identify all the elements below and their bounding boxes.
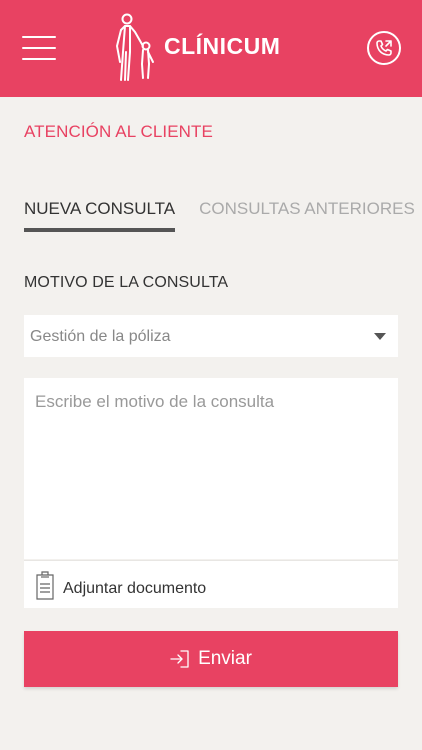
parent-child-logo-icon xyxy=(116,13,154,81)
consulta-tabs: NUEVA CONSULTA CONSULTAS ANTERIORES xyxy=(24,199,415,232)
attach-document-button[interactable]: Adjuntar documento xyxy=(24,560,398,608)
brand-logo: CLÍNICUM xyxy=(108,10,280,86)
menu-button[interactable] xyxy=(22,36,56,62)
app-header: CLÍNICUM xyxy=(0,0,422,97)
brand-name: CLÍNICUM xyxy=(164,32,281,59)
reason-label: MOTIVO DE LA CONSULTA xyxy=(24,274,229,291)
reason-select-value: Gestión de la póliza xyxy=(30,328,171,345)
message-textarea[interactable] xyxy=(24,378,398,559)
tab-nueva-consulta[interactable]: NUEVA CONSULTA xyxy=(24,199,176,232)
call-button[interactable] xyxy=(367,31,401,65)
sign-in-arrow-icon xyxy=(170,650,189,668)
tab-consultas-anteriores[interactable]: CONSULTAS ANTERIORES xyxy=(199,199,415,232)
caret-down-icon xyxy=(374,333,386,340)
phone-call-icon xyxy=(376,40,392,56)
hamburger-menu-icon xyxy=(22,36,56,38)
page-title: ATENCIÓN AL CLIENTE xyxy=(24,122,213,141)
clipboard-document-icon xyxy=(36,571,54,600)
reason-select[interactable]: Gestión de la póliza xyxy=(24,315,398,357)
send-label: Enviar xyxy=(198,648,252,669)
send-button[interactable]: Enviar xyxy=(24,631,398,687)
attach-document-label: Adjuntar documento xyxy=(63,580,207,597)
